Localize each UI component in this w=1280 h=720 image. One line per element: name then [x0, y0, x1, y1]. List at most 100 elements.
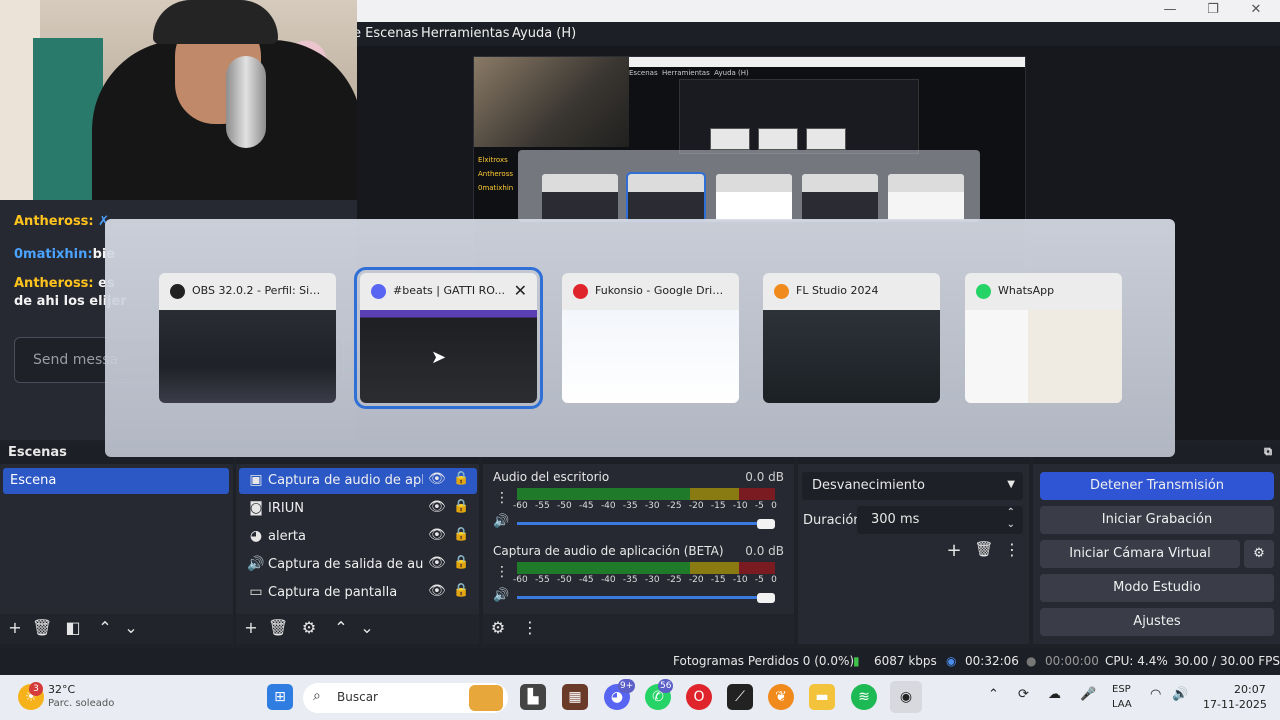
scene-item[interactable]: Escena: [3, 468, 229, 494]
mixer-menu-icon[interactable]: ⋮: [520, 618, 540, 637]
preview-thumb: [758, 128, 798, 150]
remove-transition-icon[interactable]: 🗑: [974, 540, 994, 558]
opera-taskbar-icon[interactable]: O: [686, 684, 712, 710]
lock-icon[interactable]: 🔒: [453, 499, 469, 514]
duration-label: Duración: [803, 513, 862, 528]
maximize-button[interactable]: ❐: [1193, 2, 1233, 20]
move-down-icon[interactable]: ⌄: [357, 618, 377, 637]
camera-icon: ◙: [249, 500, 263, 516]
tray-cloud-icon[interactable]: ☁: [1048, 687, 1061, 702]
clock-time[interactable]: 20:07: [1234, 683, 1266, 696]
menu-scenes[interactable]: e Escenas: [353, 26, 418, 41]
source-item[interactable]: 🔊 Captura de salida de audio 👁 🔒: [239, 552, 477, 578]
menu-help[interactable]: Ayuda (H): [512, 26, 576, 41]
preview-titlebar: [629, 57, 1025, 67]
tray-sync-icon[interactable]: ⟳: [1018, 687, 1029, 702]
start-virtual-camera-button[interactable]: Iniciar Cámara Virtual: [1040, 540, 1240, 568]
tray-microphone-icon[interactable]: 🎤: [1080, 687, 1096, 702]
window-card-opera[interactable]: Fukonsio - Google Drive...: [562, 273, 739, 403]
add-source-icon[interactable]: +: [241, 618, 261, 637]
window-preview: [159, 310, 336, 403]
remove-source-icon[interactable]: 🗑: [268, 618, 288, 637]
clock-date[interactable]: 17-11-2025: [1203, 698, 1267, 711]
start-recording-button[interactable]: Iniciar Grabación: [1040, 506, 1274, 534]
start-button[interactable]: ⊞: [267, 684, 293, 710]
window-card-fl-studio[interactable]: FL Studio 2024: [763, 273, 940, 403]
volume-icon[interactable]: 🔊: [1172, 687, 1188, 702]
window-card-whatsapp[interactable]: WhatsApp: [965, 273, 1122, 403]
move-up-icon[interactable]: ⌃: [95, 618, 115, 637]
lock-icon[interactable]: 🔒: [453, 583, 469, 598]
visibility-eye-icon[interactable]: 👁: [428, 499, 446, 515]
settings-button[interactable]: Ajustes: [1040, 608, 1274, 636]
channel-menu-icon[interactable]: ⋮: [495, 564, 509, 580]
capcut-icon[interactable]: ⟋: [727, 684, 753, 710]
stream-time: 00:32:06: [965, 654, 1019, 668]
transition-select[interactable]: Desvanecimiento ▼: [802, 472, 1023, 500]
volume-slider-knob[interactable]: [757, 519, 775, 529]
stepper-up-icon[interactable]: ⌃: [1007, 507, 1015, 518]
sources-dock: ▣ Captura de audio de aplicac 👁 🔒 ◙ IRIU…: [236, 444, 479, 644]
window-card-discord[interactable]: #beats | GATTI RO... ✕: [354, 267, 543, 409]
studio-mode-button[interactable]: Modo Estudio: [1040, 574, 1274, 602]
spotify-icon[interactable]: ≋: [851, 684, 877, 710]
stream-icon: ◉: [946, 654, 957, 668]
fl-studio-taskbar-icon[interactable]: ❦: [768, 684, 794, 710]
add-scene-icon[interactable]: +: [5, 618, 25, 637]
minimize-button[interactable]: —: [1150, 2, 1190, 20]
weather-temp: 32°C: [48, 683, 76, 696]
window-preview: [562, 310, 739, 403]
volume-slider[interactable]: [517, 596, 775, 599]
move-down-icon[interactable]: ⌄: [121, 618, 141, 637]
file-explorer-icon[interactable]: ▬: [809, 684, 835, 710]
obs-taskbar-icon[interactable]: ◉: [890, 681, 922, 713]
nested-window-thumb: [542, 174, 618, 220]
lock-icon[interactable]: 🔒: [453, 527, 469, 542]
stepper-down-icon[interactable]: ⌄: [1007, 519, 1015, 530]
mixer-channel-db: 0.0 dB: [745, 544, 784, 558]
volume-slider-knob[interactable]: [757, 593, 775, 603]
keyboard-layout[interactable]: LAA: [1112, 699, 1132, 710]
channel-menu-icon[interactable]: ⋮: [495, 490, 509, 506]
volume-slider[interactable]: [517, 522, 775, 525]
language-indicator[interactable]: ESP: [1112, 684, 1131, 695]
dock-float-icon[interactable]: ⧉: [1264, 445, 1272, 459]
mixer-channel-name: Captura de audio de aplicación (BETA): [493, 544, 724, 558]
source-item[interactable]: ▣ Captura de audio de aplicac 👁 🔒: [239, 468, 477, 494]
remove-scene-icon[interactable]: 🗑: [32, 618, 52, 637]
visibility-eye-icon[interactable]: 👁: [428, 555, 446, 571]
mute-speaker-icon[interactable]: 🔊: [493, 514, 509, 529]
virtual-camera-settings-icon[interactable]: ⚙: [1244, 540, 1274, 568]
lock-icon[interactable]: 🔒: [453, 471, 469, 486]
taskbar-search[interactable]: ⌕ Buscar: [303, 683, 508, 713]
menu-tools[interactable]: Herramientas: [421, 26, 510, 41]
source-item[interactable]: ◙ IRIUN 👁 🔒: [239, 496, 477, 522]
window-card-obs[interactable]: OBS 32.0.2 - Perfil: Sin Tí...: [159, 273, 336, 403]
close-button[interactable]: ✕: [1236, 2, 1276, 20]
whatsapp-icon: [976, 284, 991, 299]
tray-chevron-up-icon[interactable]: ⌃: [988, 687, 999, 702]
transition-menu-icon[interactable]: ⋮: [1002, 540, 1022, 559]
preview-thumb: [710, 128, 750, 150]
source-item[interactable]: ▭ Captura de pantalla 👁 🔒: [239, 580, 477, 606]
wifi-icon[interactable]: ◠: [1150, 687, 1161, 702]
task-view-icon[interactable]: ▙: [520, 684, 546, 710]
mute-speaker-icon[interactable]: 🔊: [493, 588, 509, 603]
add-transition-icon[interactable]: +: [944, 540, 964, 561]
nested-window-thumb: [626, 172, 706, 222]
visibility-eye-icon[interactable]: 👁: [428, 471, 446, 487]
app-icon[interactable]: ▦: [562, 684, 588, 710]
lock-icon[interactable]: 🔒: [453, 555, 469, 570]
stop-streaming-button[interactable]: Detener Transmisión: [1040, 472, 1274, 500]
visibility-eye-icon[interactable]: 👁: [428, 583, 446, 599]
visibility-eye-icon[interactable]: 👁: [428, 527, 446, 543]
advanced-audio-icon[interactable]: ⚙: [488, 618, 508, 637]
fps: 30.00 / 30.00 FPS: [1174, 654, 1280, 668]
duration-field[interactable]: 300 ms ⌃ ⌄: [857, 506, 1023, 534]
transitions-dock: Desvanecimiento ▼ Duración 300 ms ⌃ ⌄ + …: [798, 444, 1029, 644]
close-window-icon[interactable]: ✕: [514, 281, 527, 300]
source-item[interactable]: ◕ alerta 👁 🔒: [239, 524, 477, 550]
filter-icon[interactable]: ◧: [63, 618, 83, 637]
source-settings-icon[interactable]: ⚙: [299, 618, 319, 637]
move-up-icon[interactable]: ⌃: [331, 618, 351, 637]
